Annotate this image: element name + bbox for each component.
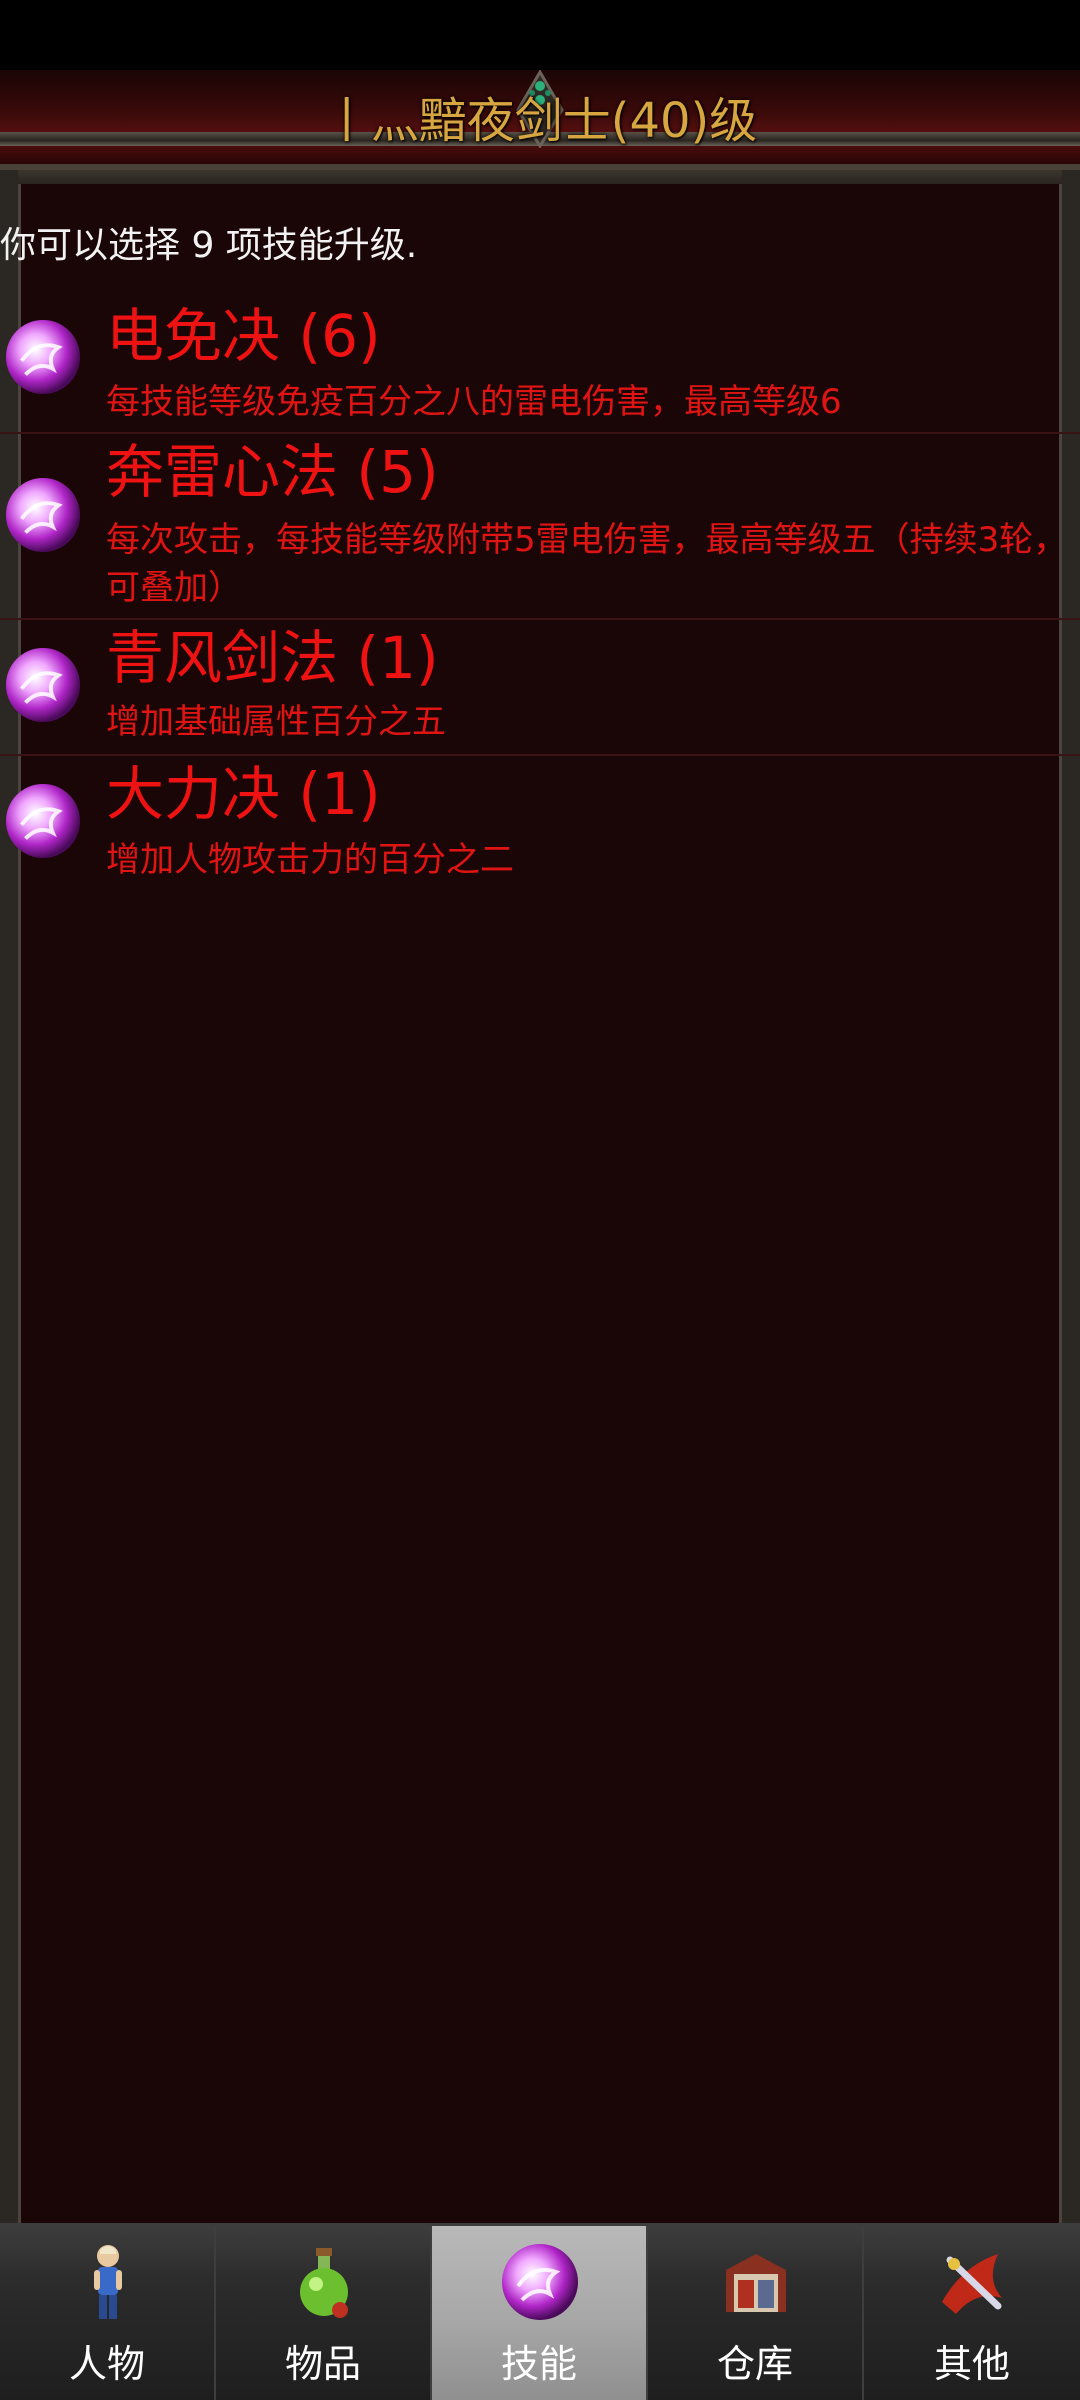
skill-list: 电免决 (6) 每技能等级免疫百分之八的雷电伤害，最高等级6 奔雷心法 (5) … xyxy=(0,298,1080,892)
tab-label: 技能 xyxy=(500,2342,577,2386)
tab-label: 其他 xyxy=(933,2342,1010,2386)
skill-description: 每次攻击，每技能等级附带5雷电伤害，最高等级五（持续3轮，可叠加） xyxy=(106,520,1068,608)
tab-skills[interactable]: 技能 xyxy=(432,2226,648,2400)
warehouse-icon xyxy=(726,2254,786,2312)
upgrade-notice: 你可以选择 9 项技能升级. xyxy=(0,225,418,266)
skill-description: 增加人物攻击力的百分之二 xyxy=(106,840,514,880)
tab-label: 仓库 xyxy=(716,2342,793,2386)
other-icon xyxy=(942,2254,1002,2314)
tab-character[interactable]: 人物 xyxy=(0,2226,216,2400)
tab-label: 人物 xyxy=(68,2342,145,2386)
bottom-tab-bar: 人物 物品 技能 仓库 其他 xyxy=(0,2223,1080,2400)
tab-items[interactable]: 物品 xyxy=(216,2226,432,2400)
tab-other[interactable]: 其他 xyxy=(864,2226,1080,2400)
skill-item[interactable]: 青风剑法 (1) 增加基础属性百分之五 xyxy=(0,620,1080,756)
skill-item[interactable]: 电免决 (6) 每技能等级免疫百分之八的雷电伤害，最高等级6 xyxy=(0,298,1080,434)
potion-icon xyxy=(300,2248,348,2318)
character-icon xyxy=(94,2245,122,2319)
skill-name: 大力决 (1) xyxy=(106,760,381,828)
skill-name: 奔雷心法 (5) xyxy=(106,438,439,506)
purple-orb-icon xyxy=(5,477,81,553)
skill-name: 电免决 (6) xyxy=(106,302,381,370)
skill-description: 增加基础属性百分之五 xyxy=(106,702,446,742)
title-bar: 丨灬黯夜剑士(40)级 xyxy=(0,70,1080,170)
purple-orb-icon xyxy=(5,647,81,723)
skill-item[interactable]: 奔雷心法 (5) 每次攻击，每技能等级附带5雷电伤害，最高等级五（持续3轮，可叠… xyxy=(0,434,1080,620)
skill-name: 青风剑法 (1) xyxy=(106,624,439,692)
purple-orb-icon xyxy=(5,319,81,395)
skill-description: 每技能等级免疫百分之八的雷电伤害，最高等级6 xyxy=(106,382,842,422)
tab-label: 物品 xyxy=(284,2342,361,2386)
purple-orb-icon xyxy=(5,783,81,859)
skill-orb-icon xyxy=(502,2244,578,2320)
page-title: 丨灬黯夜剑士(40)级 xyxy=(322,93,758,149)
tab-warehouse[interactable]: 仓库 xyxy=(648,2226,864,2400)
status-bar xyxy=(0,0,1080,70)
skill-item[interactable]: 大力决 (1) 增加人物攻击力的百分之二 xyxy=(0,756,1080,892)
